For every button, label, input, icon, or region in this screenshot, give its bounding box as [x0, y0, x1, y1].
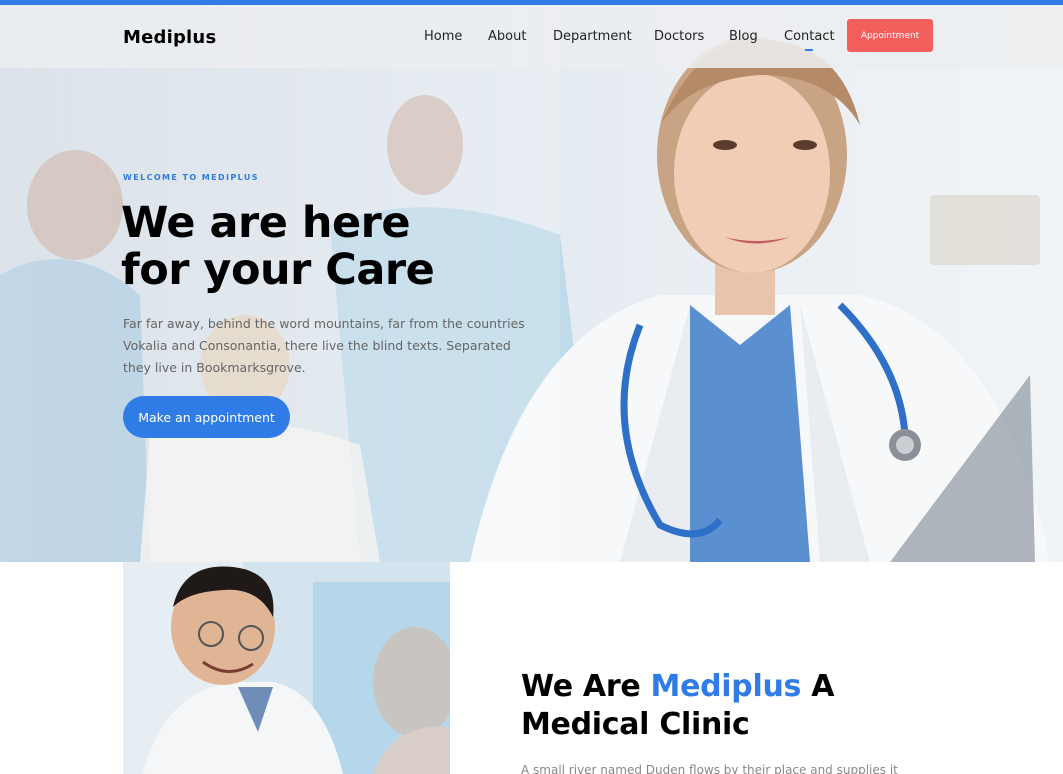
hero-title-line-2: for your Care: [121, 245, 435, 295]
nav-item-home[interactable]: Home: [424, 29, 462, 44]
doctor-photo: [123, 562, 450, 774]
about-title-part-2: A: [801, 669, 835, 704]
about-title-accent: Mediplus: [650, 669, 802, 704]
about-title-line-2: Medical Clinic: [521, 707, 750, 742]
about-title: We Are Mediplus A Medical Clinic: [521, 668, 941, 744]
hero-description: Far far away, behind the word mountains,…: [123, 316, 525, 375]
nav-item-blog[interactable]: Blog: [729, 29, 758, 44]
top-navbar: Mediplus Home About Department Doctors B…: [0, 5, 1063, 68]
make-appointment-button[interactable]: Make an appointment: [123, 396, 290, 438]
hero-eyebrow: WELCOME TO MEDIPLUS: [123, 173, 259, 182]
about-title-part-1: We Are: [521, 669, 651, 704]
nav-item-contact[interactable]: Contact: [784, 29, 835, 51]
nav-item-department[interactable]: Department: [553, 29, 632, 44]
nav-item-about[interactable]: About: [488, 29, 526, 44]
about-description: A small river named Duden flows by their…: [521, 763, 898, 774]
hero-title-line-1: We are here: [121, 198, 411, 248]
brand-logo[interactable]: Mediplus: [123, 27, 216, 48]
about-section: We Are Mediplus A Medical Clinic A small…: [0, 562, 1063, 774]
doctor-photo-image: [123, 562, 450, 774]
appointment-button[interactable]: Appointment: [847, 19, 933, 52]
hero-title: We are here for your Care: [121, 200, 581, 294]
nav-item-doctors[interactable]: Doctors: [654, 29, 704, 44]
